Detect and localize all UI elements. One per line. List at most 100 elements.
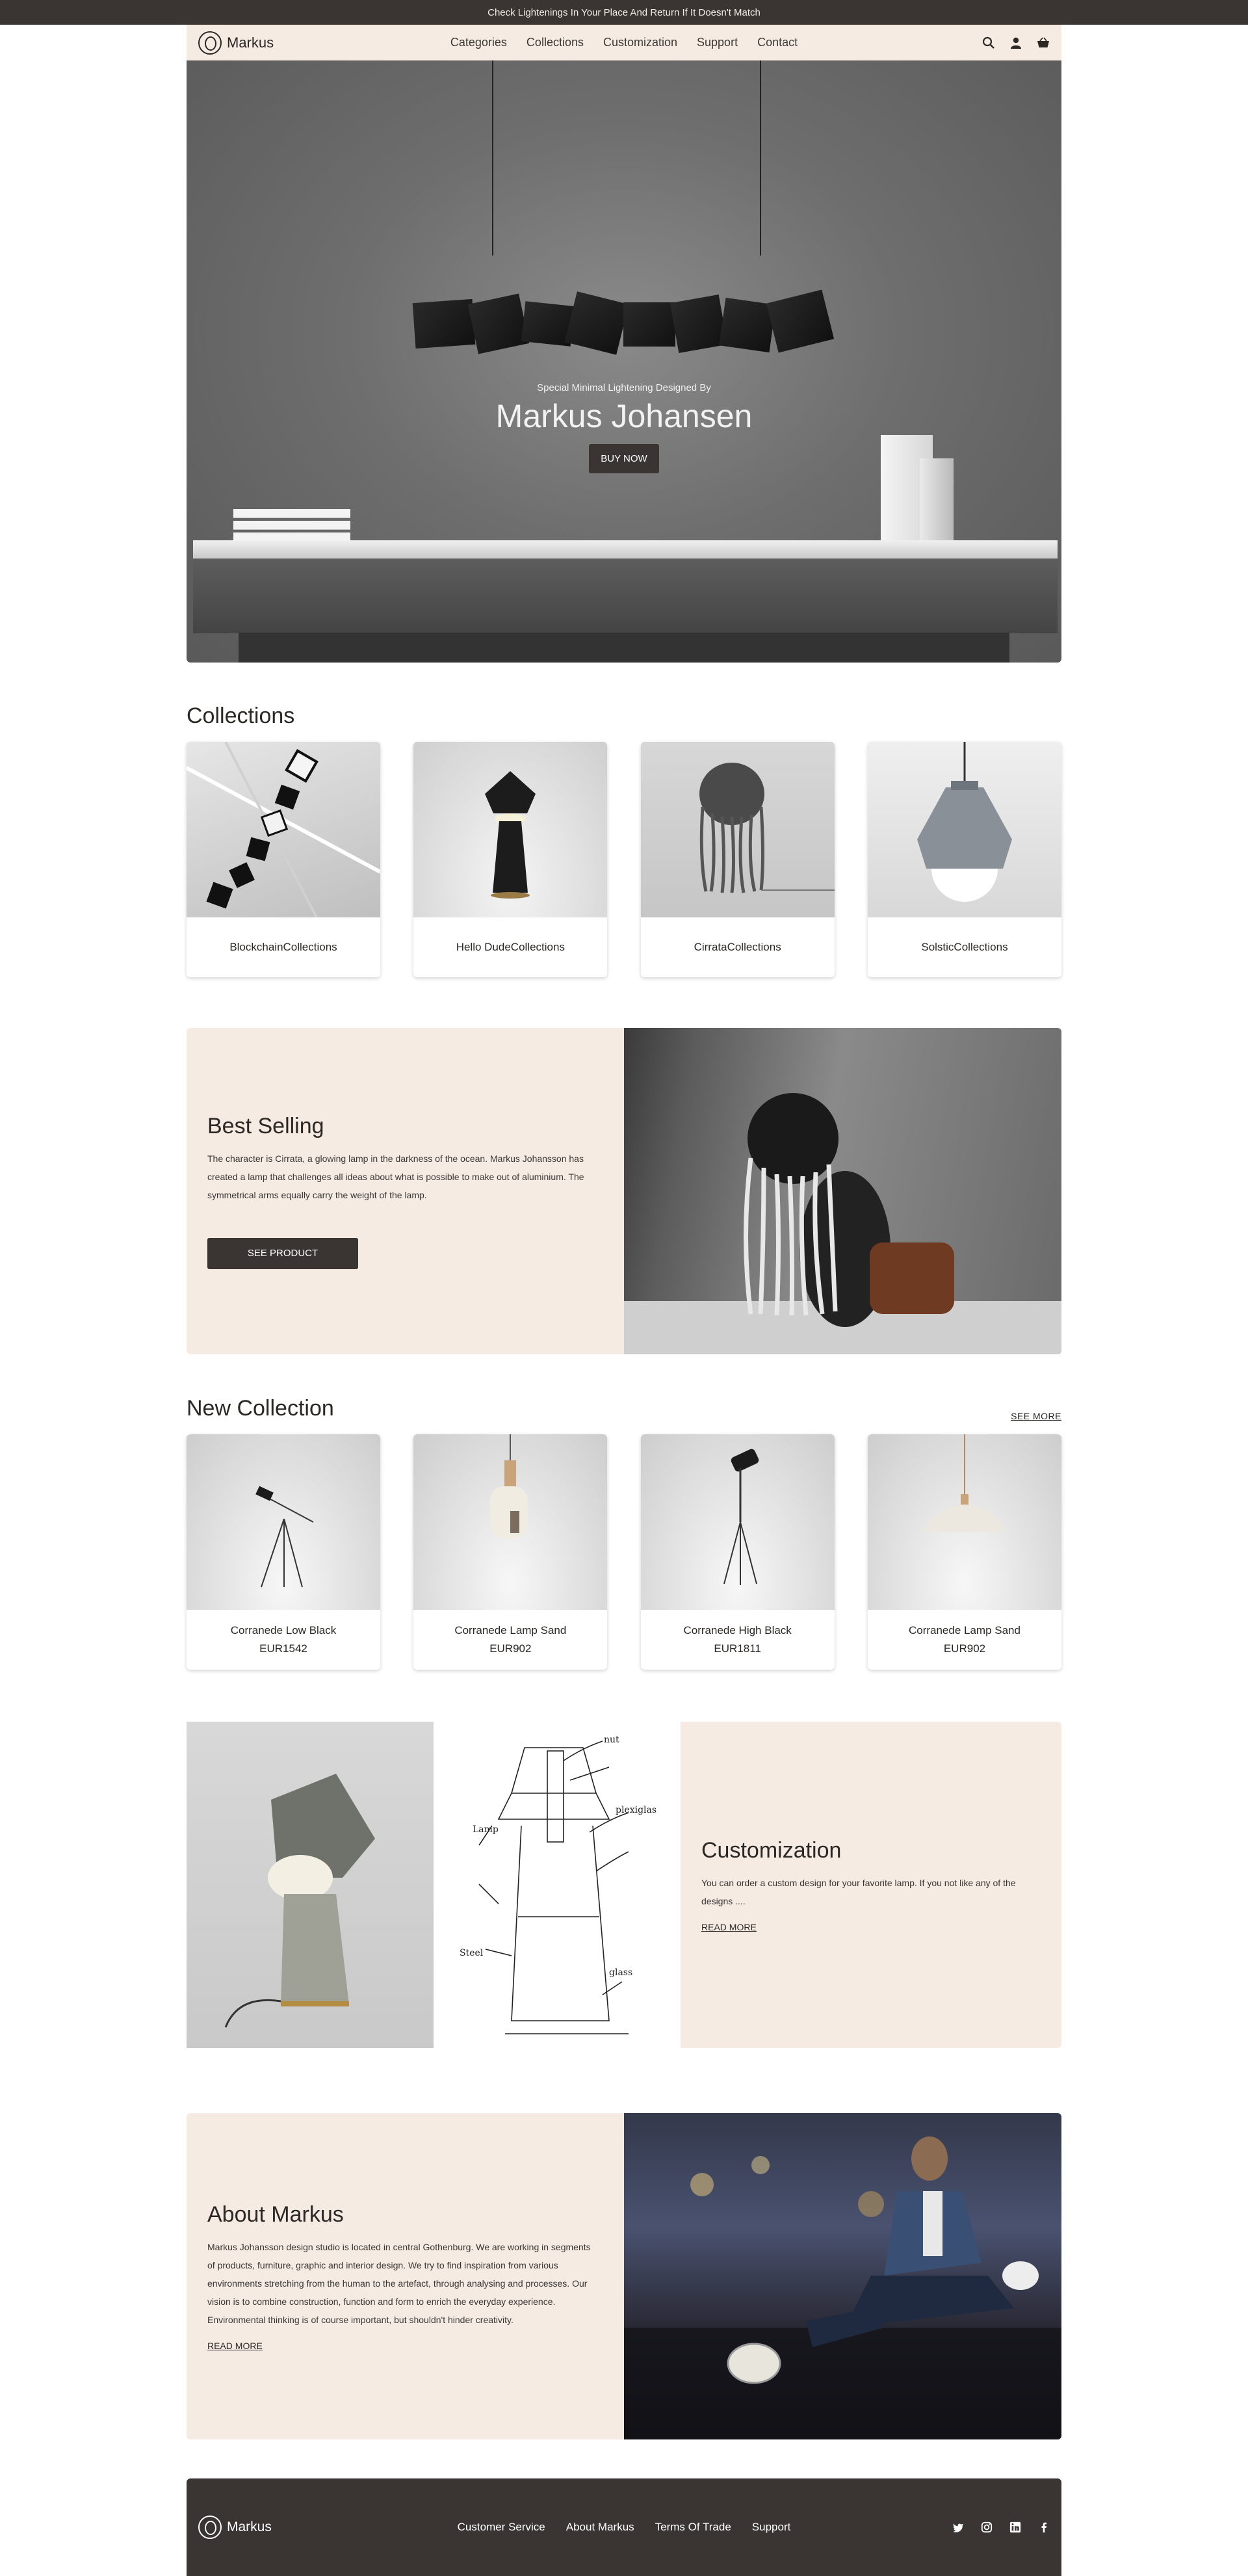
- nav-item-contact[interactable]: Contact: [757, 36, 798, 49]
- collections-cards: BlockchainCollections Hello DudeCollecti…: [187, 742, 1061, 977]
- collections-header: Collections: [187, 703, 1061, 729]
- collection-card[interactable]: Hello DudeCollections: [413, 742, 608, 977]
- nav-icons: [982, 36, 1050, 49]
- product-name: Corranede Lamp Sand: [454, 1624, 567, 1636]
- new-collection-header: New Collection SEE MORE: [187, 1396, 1061, 1421]
- see-product-button[interactable]: SEE PRODUCT: [207, 1237, 358, 1269]
- product-name: Corranede Lamp Sand: [908, 1624, 1020, 1636]
- user-icon[interactable]: [1009, 36, 1022, 49]
- new-collection-cards: Corranede Low Black EUR1542 Corranede La…: [187, 1434, 1061, 1670]
- customization-read-more-link[interactable]: READ MORE: [701, 1922, 1041, 1932]
- collection-name: BlockchainCollections: [229, 941, 337, 953]
- basket-icon[interactable]: [1037, 36, 1050, 49]
- facebook-icon[interactable]: [1038, 2521, 1050, 2533]
- page-container: Markus Categories Collections Customizat…: [187, 25, 1061, 2576]
- footer: Markus Customer Service About Markus Ter…: [187, 2478, 1061, 2576]
- product-price: EUR1542: [259, 1642, 307, 1655]
- footer-logo-icon: [198, 2516, 222, 2539]
- about-section: About Markus Markus Johansson design stu…: [187, 2113, 1061, 2439]
- about-description: Markus Johansson design studio is locate…: [207, 2241, 591, 2325]
- product-price: EUR1811: [714, 1642, 761, 1655]
- footer-link-support[interactable]: Support: [752, 2521, 791, 2534]
- svg-text:Lamp: Lamp: [473, 1824, 499, 1835]
- svg-text:plexiglas: plexiglas: [616, 1805, 656, 1815]
- product-info: Corranede High Black EUR1811: [641, 1610, 835, 1670]
- new-collection-section: New Collection SEE MORE Corranede Low Bl…: [187, 1396, 1061, 1670]
- collection-image: [413, 742, 608, 917]
- announcement-text: Check Lightenings In Your Place And Retu…: [488, 7, 760, 18]
- about-photo: [624, 2113, 1061, 2439]
- footer-links: Customer Service About Markus Terms Of T…: [458, 2521, 791, 2534]
- hero-lamp-wire: [492, 60, 493, 256]
- hero-shelf-base: [239, 633, 1009, 663]
- footer-brand-name: Markus: [227, 2519, 272, 2534]
- customization-title: Customization: [701, 1837, 842, 1863]
- search-icon[interactable]: [982, 36, 995, 49]
- twitter-icon[interactable]: [952, 2521, 964, 2533]
- product-card[interactable]: Corranede Lamp Sand EUR902: [413, 1434, 608, 1670]
- hero-shelf: [193, 540, 1058, 559]
- product-card[interactable]: Corranede Lamp Sand EUR902: [867, 1434, 1061, 1670]
- nav-item-customization[interactable]: Customization: [603, 36, 677, 49]
- collection-image: [640, 742, 835, 917]
- hero-lamp-wire: [760, 60, 761, 256]
- collection-card[interactable]: CirrataCollections: [640, 742, 835, 977]
- best-selling-section: Best Selling The character is Cirrata, a…: [187, 1028, 1061, 1354]
- footer-link-about[interactable]: About Markus: [566, 2521, 634, 2534]
- brand[interactable]: Markus: [198, 31, 274, 55]
- hero-title: Markus Johansen: [495, 398, 753, 434]
- svg-text:nut: nut: [604, 1735, 619, 1745]
- product-name: Corranede Low Black: [230, 1624, 337, 1636]
- best-selling-description: The character is Cirrata, a glowing lamp…: [207, 1153, 584, 1200]
- footer-link-customer-service[interactable]: Customer Service: [458, 2521, 545, 2534]
- svg-text:glass: glass: [609, 1967, 632, 1978]
- svg-text:Steel: Steel: [460, 1948, 484, 1958]
- hero-banner: Special Minimal Lightening Designed By M…: [187, 60, 1061, 663]
- customization-section: nut plexiglas Lamp Steel glass Customiza…: [187, 1722, 1061, 2048]
- social-links: [952, 2521, 1050, 2533]
- about-read-more-link[interactable]: READ MORE: [207, 2341, 603, 2351]
- main-nav: Markus Categories Collections Customizat…: [187, 25, 1061, 60]
- collection-card[interactable]: BlockchainCollections: [187, 742, 380, 977]
- product-name: Corranede High Black: [683, 1624, 792, 1636]
- buy-now-button[interactable]: BUY NOW: [589, 444, 659, 473]
- product-image: [187, 1434, 380, 1610]
- product-image: [867, 1434, 1061, 1610]
- product-image: [413, 1434, 608, 1610]
- collections-title: Collections: [187, 703, 295, 728]
- product-image: [640, 1434, 835, 1610]
- collection-image: [867, 742, 1061, 917]
- hero-shelf-front: [193, 559, 1058, 633]
- nav-item-support[interactable]: Support: [697, 36, 738, 49]
- product-price: EUR902: [943, 1642, 986, 1655]
- collection-card[interactable]: SolsticCollections: [867, 742, 1061, 977]
- footer-brand[interactable]: Markus: [198, 2516, 272, 2539]
- about-title: About Markus: [207, 2201, 344, 2227]
- product-price: EUR902: [489, 1642, 532, 1655]
- nav-item-categories[interactable]: Categories: [450, 36, 507, 49]
- brand-logo-icon: [198, 31, 222, 55]
- hero-text: Special Minimal Lightening Designed By M…: [187, 382, 1061, 473]
- collection-name: SolsticCollections: [921, 941, 1008, 953]
- product-info: Corranede Low Black EUR1542: [187, 1610, 380, 1670]
- customization-text: Customization You can order a custom des…: [681, 1722, 1061, 2048]
- instagram-icon[interactable]: [981, 2521, 993, 2533]
- best-selling-text: Best Selling The character is Cirrata, a…: [187, 1028, 624, 1354]
- best-selling-image: [624, 1028, 1061, 1354]
- linkedin-icon[interactable]: [1009, 2521, 1021, 2533]
- hero-pendant-lamp: [412, 289, 837, 355]
- best-selling-title: Best Selling: [207, 1113, 324, 1138]
- footer-link-terms[interactable]: Terms Of Trade: [655, 2521, 731, 2534]
- new-collection-title: New Collection: [187, 1396, 334, 1421]
- customization-lamp-image: [187, 1722, 434, 2048]
- collection-name: CirrataCollections: [694, 941, 781, 953]
- product-card[interactable]: Corranede Low Black EUR1542: [187, 1434, 380, 1670]
- announcement-bar: Check Lightenings In Your Place And Retu…: [0, 0, 1248, 25]
- see-more-link[interactable]: SEE MORE: [1011, 1411, 1061, 1421]
- nav-item-collections[interactable]: Collections: [526, 36, 584, 49]
- about-text: About Markus Markus Johansson design stu…: [187, 2113, 624, 2439]
- customization-sketch-image: nut plexiglas Lamp Steel glass: [434, 1722, 681, 2048]
- product-card[interactable]: Corranede High Black EUR1811: [640, 1434, 835, 1670]
- collection-image: [187, 742, 380, 917]
- customization-description: You can order a custom design for your f…: [701, 1877, 1016, 1906]
